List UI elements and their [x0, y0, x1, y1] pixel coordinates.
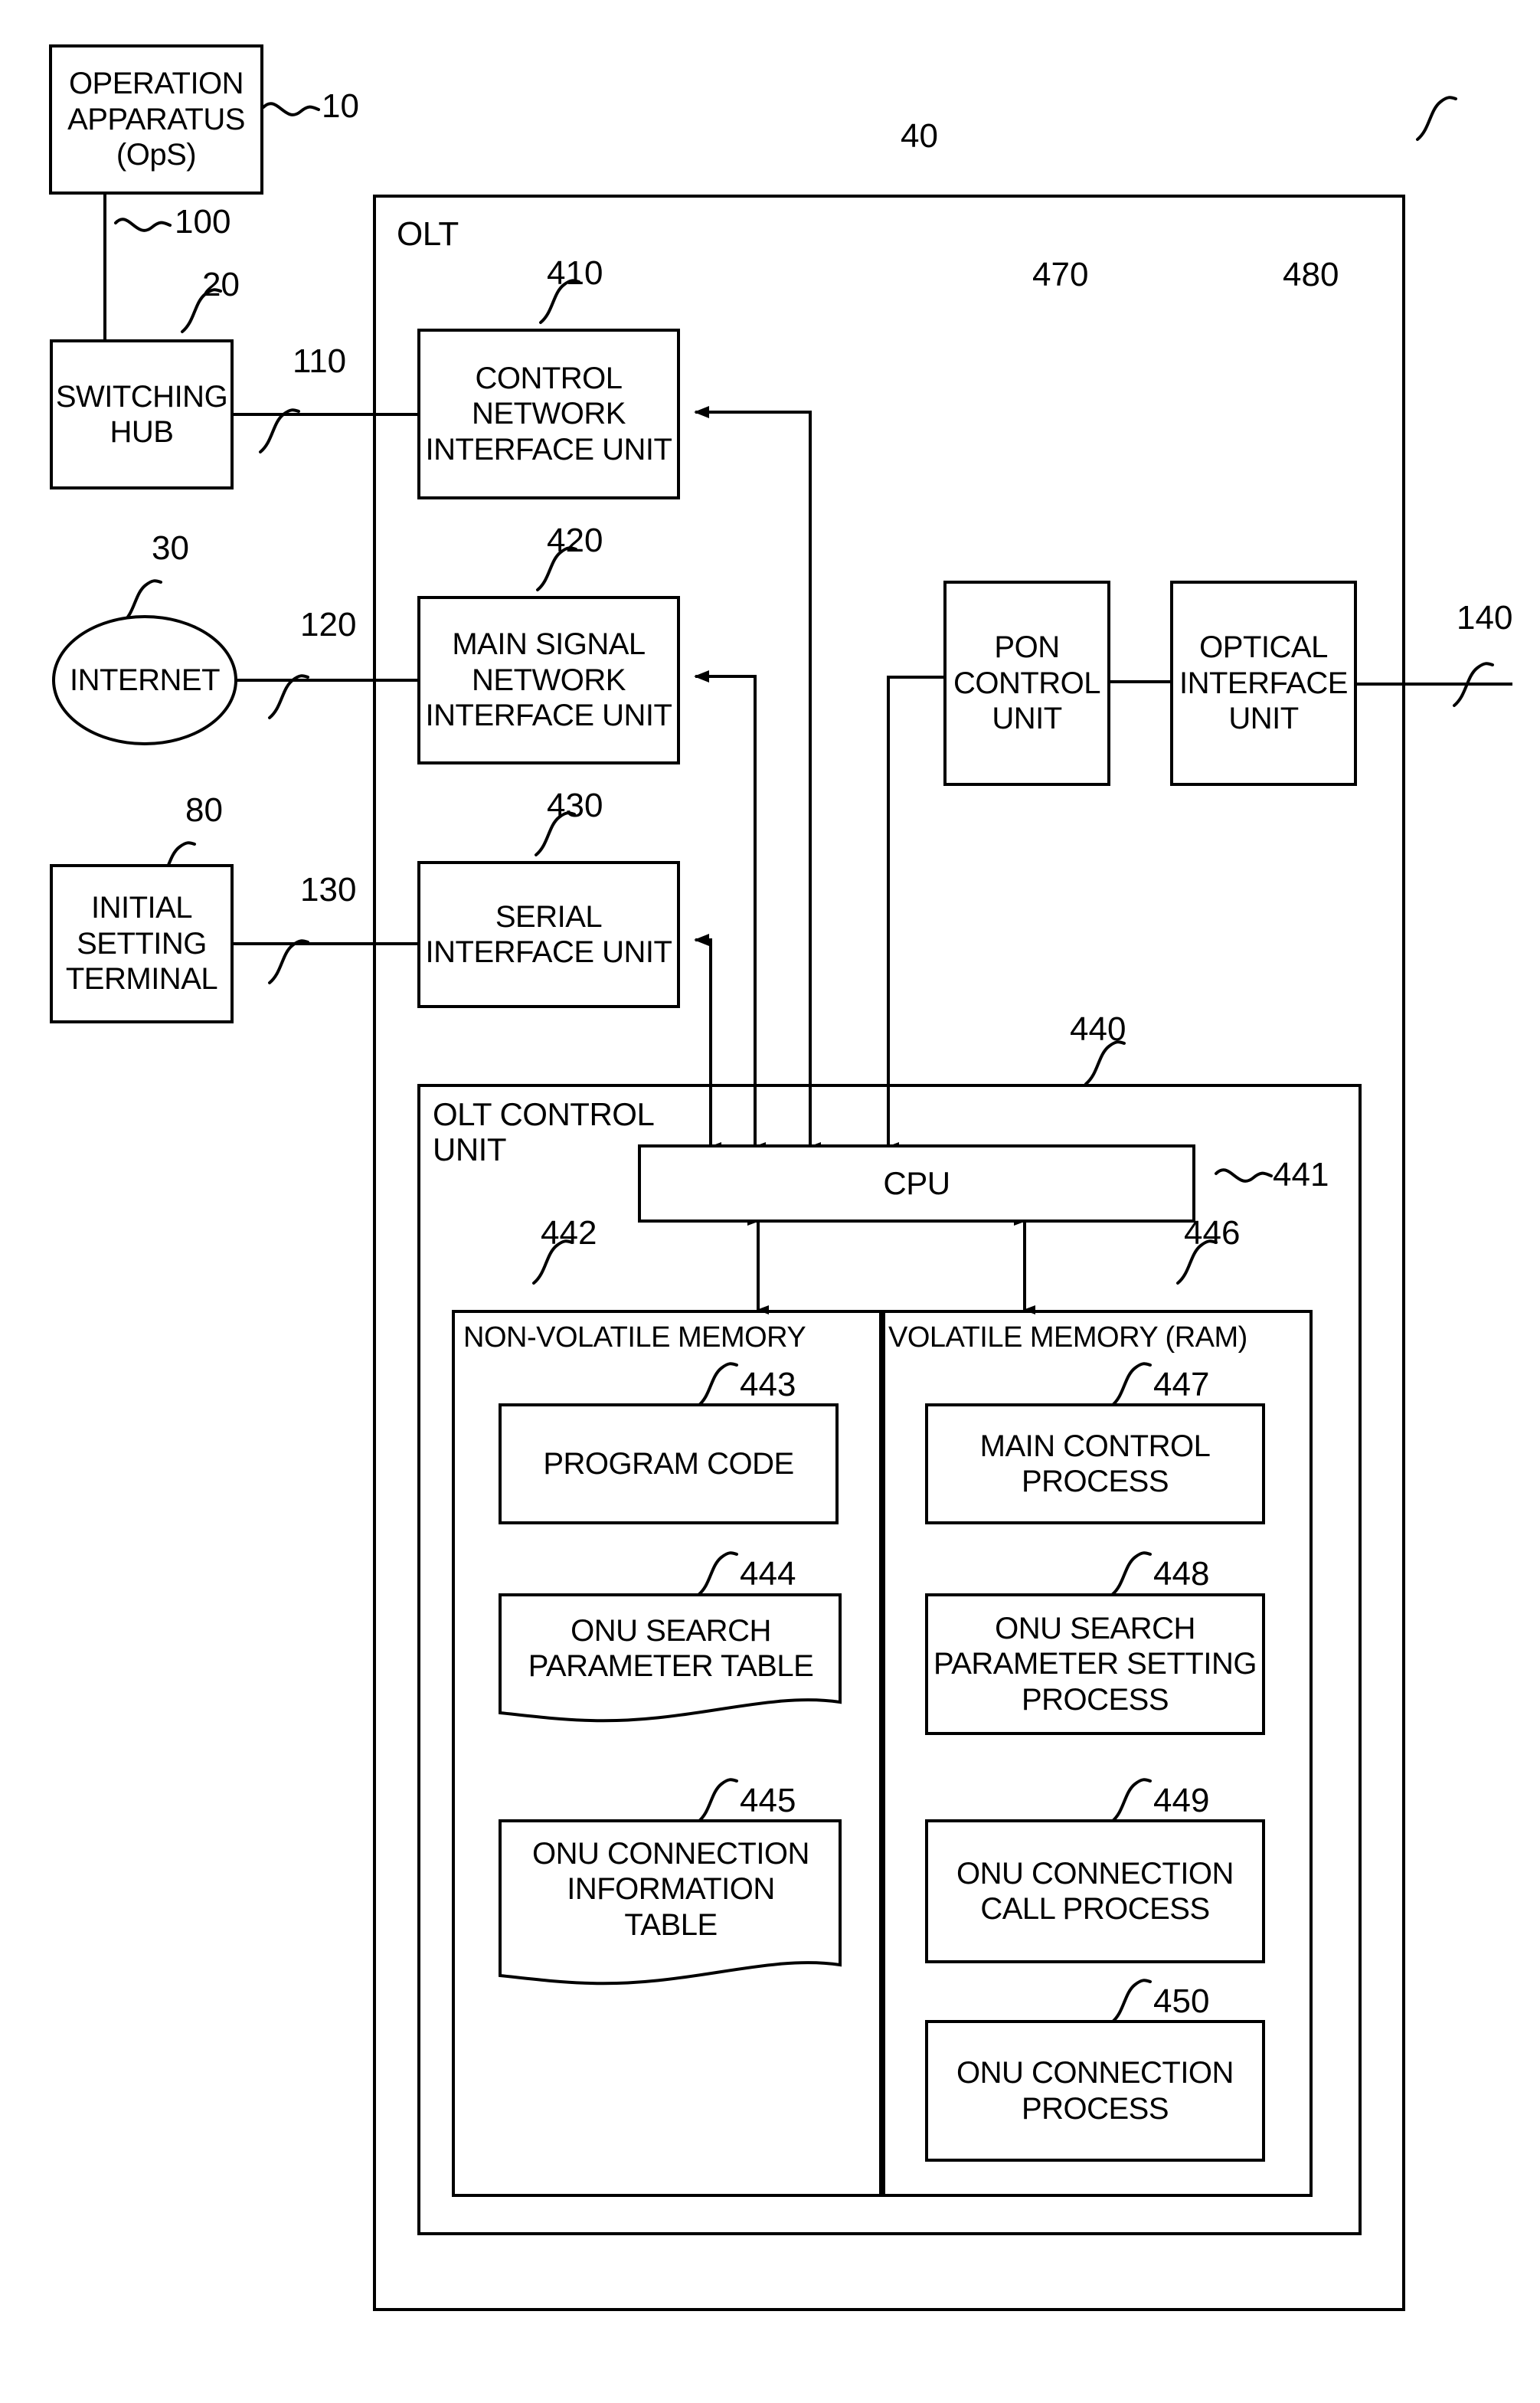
main-control-process-label: MAIN CONTROL PROCESS: [979, 1429, 1211, 1498]
onu-search-parameter-table-label: ONU SEARCH PARAMETER TABLE: [528, 1614, 814, 1684]
leader-40: [1416, 96, 1457, 141]
leader-140: [1453, 662, 1494, 707]
program-code-label: PROGRAM CODE: [543, 1446, 794, 1481]
switching-hub-box: SWITCHING HUB: [50, 339, 234, 489]
olt-boundary-label: OLT: [397, 215, 459, 253]
cpu-label: CPU: [883, 1164, 950, 1201]
ref-420: 420: [547, 522, 603, 559]
switching-hub-label: SWITCHING HUB: [55, 379, 228, 449]
ref-470: 470: [1032, 256, 1089, 293]
optical-interface-unit-label: OPTICAL INTERFACE UNIT: [1179, 630, 1348, 736]
cpu-box: CPU: [638, 1144, 1195, 1223]
ref-130: 130: [300, 871, 357, 908]
main-signal-network-interface-unit-box: MAIN SIGNAL NETWORK INTERFACE UNIT: [417, 596, 680, 764]
internet-label: INTERNET: [70, 663, 221, 697]
leader-130: [268, 939, 309, 984]
ref-447: 447: [1153, 1366, 1210, 1403]
leader-120: [268, 674, 309, 719]
non-volatile-memory-label: NON-VOLATILE MEMORY: [463, 1321, 806, 1354]
pon-control-unit-label: PON CONTROL UNIT: [953, 630, 1101, 736]
ref-10: 10: [322, 87, 359, 125]
initial-setting-terminal-label: INITIAL SETTING TERMINAL: [65, 891, 218, 997]
leader-100: [114, 218, 172, 232]
olt-control-unit-label: OLT CONTROL UNIT: [433, 1096, 655, 1168]
ref-110: 110: [293, 342, 347, 380]
ref-448: 448: [1153, 1555, 1210, 1593]
ref-449: 449: [1153, 1782, 1210, 1819]
onu-connection-process-label: ONU CONNECTION PROCESS: [956, 2056, 1234, 2126]
ref-446: 446: [1184, 1214, 1241, 1252]
program-code-box: PROGRAM CODE: [499, 1403, 839, 1524]
patent-figure-canvas: OLT 40 OPERATION APPARATUS (OpS) 10 100 …: [0, 0, 1540, 2403]
onu-connection-information-table-shape: ONU CONNECTION INFORMATION TABLE: [499, 1819, 843, 1991]
internet-ellipse: INTERNET: [52, 615, 237, 745]
ref-440: 440: [1070, 1010, 1126, 1048]
main-control-process-box: MAIN CONTROL PROCESS: [925, 1403, 1265, 1524]
pon-control-unit-box: PON CONTROL UNIT: [943, 581, 1110, 786]
ref-100: 100: [175, 203, 231, 241]
ref-410: 410: [547, 254, 603, 292]
onu-connection-call-process-label: ONU CONNECTION CALL PROCESS: [956, 1856, 1234, 1926]
onu-connection-process-box: ONU CONNECTION PROCESS: [925, 2020, 1265, 2162]
ref-443: 443: [740, 1366, 796, 1403]
ref-40: 40: [901, 117, 938, 155]
ref-450: 450: [1153, 1982, 1210, 2020]
operation-apparatus-label: OPERATION APPARATUS (OpS): [67, 67, 245, 172]
ref-444: 444: [740, 1555, 796, 1593]
ref-445: 445: [740, 1782, 796, 1819]
onu-search-parameter-setting-process-box: ONU SEARCH PARAMETER SETTING PROCESS: [925, 1593, 1265, 1735]
ref-480: 480: [1283, 256, 1339, 293]
initial-setting-terminal-box: INITIAL SETTING TERMINAL: [50, 864, 234, 1023]
serial-interface-unit-label: SERIAL INTERFACE UNIT: [425, 899, 672, 969]
optical-interface-unit-box: OPTICAL INTERFACE UNIT: [1170, 581, 1357, 786]
control-network-interface-unit-box: CONTROL NETWORK INTERFACE UNIT: [417, 329, 680, 499]
ref-20: 20: [202, 266, 240, 303]
leader-110: [259, 408, 300, 453]
onu-search-parameter-setting-process-label: ONU SEARCH PARAMETER SETTING PROCESS: [933, 1611, 1257, 1717]
main-signal-network-interface-unit-label: MAIN SIGNAL NETWORK INTERFACE UNIT: [425, 627, 672, 733]
ref-441: 441: [1273, 1156, 1329, 1193]
leader-10: [262, 102, 320, 116]
ref-140: 140: [1457, 599, 1513, 637]
serial-interface-unit-box: SERIAL INTERFACE UNIT: [417, 861, 680, 1008]
operation-apparatus-box: OPERATION APPARATUS (OpS): [49, 44, 263, 195]
ref-30: 30: [152, 529, 189, 567]
ref-442: 442: [541, 1214, 597, 1252]
onu-search-parameter-table-shape: ONU SEARCH PARAMETER TABLE: [499, 1593, 843, 1728]
ref-80: 80: [185, 791, 223, 829]
control-network-interface-unit-label: CONTROL NETWORK INTERFACE UNIT: [425, 361, 672, 467]
ref-430: 430: [547, 787, 603, 824]
onu-connection-call-process-box: ONU CONNECTION CALL PROCESS: [925, 1819, 1265, 1963]
volatile-memory-label: VOLATILE MEMORY (RAM): [888, 1321, 1247, 1354]
ref-120: 120: [300, 606, 357, 643]
onu-connection-information-table-label: ONU CONNECTION INFORMATION TABLE: [532, 1837, 809, 1942]
